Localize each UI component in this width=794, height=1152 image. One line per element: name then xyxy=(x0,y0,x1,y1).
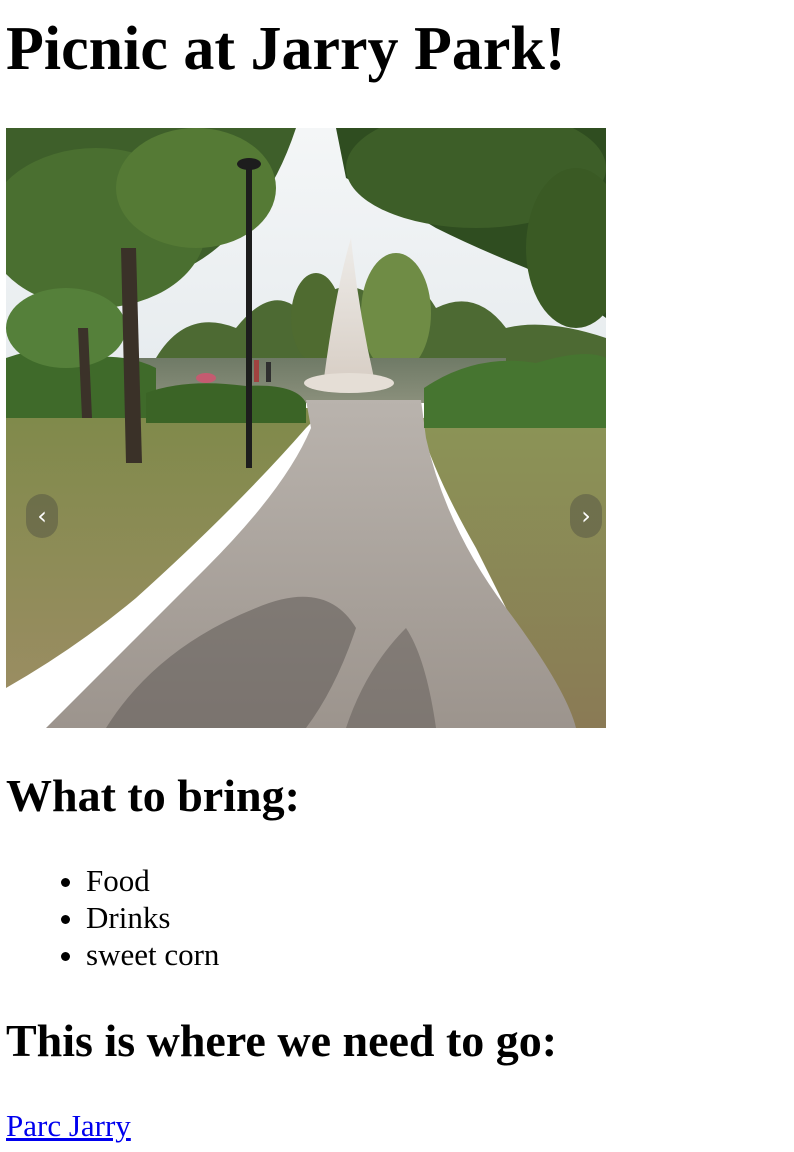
bring-heading: What to bring: xyxy=(6,770,300,821)
location-link[interactable]: Parc Jarry xyxy=(6,1106,131,1146)
chevron-left-icon: ‹ xyxy=(37,502,47,530)
list-item: sweet corn xyxy=(86,936,219,973)
carousel-prev-button[interactable]: ‹ xyxy=(26,494,58,538)
bring-list: Food Drinks sweet corn xyxy=(46,862,219,973)
list-item: Drinks xyxy=(86,899,219,936)
list-item: Food xyxy=(86,862,219,899)
location-heading: This is where we need to go: xyxy=(6,1015,558,1066)
page-title: Picnic at Jarry Park! xyxy=(6,15,566,83)
image-carousel[interactable]: ‹ › xyxy=(6,128,606,728)
carousel-next-button[interactable]: › xyxy=(570,494,602,538)
chevron-right-icon: › xyxy=(581,502,591,530)
park-photo xyxy=(6,128,606,728)
